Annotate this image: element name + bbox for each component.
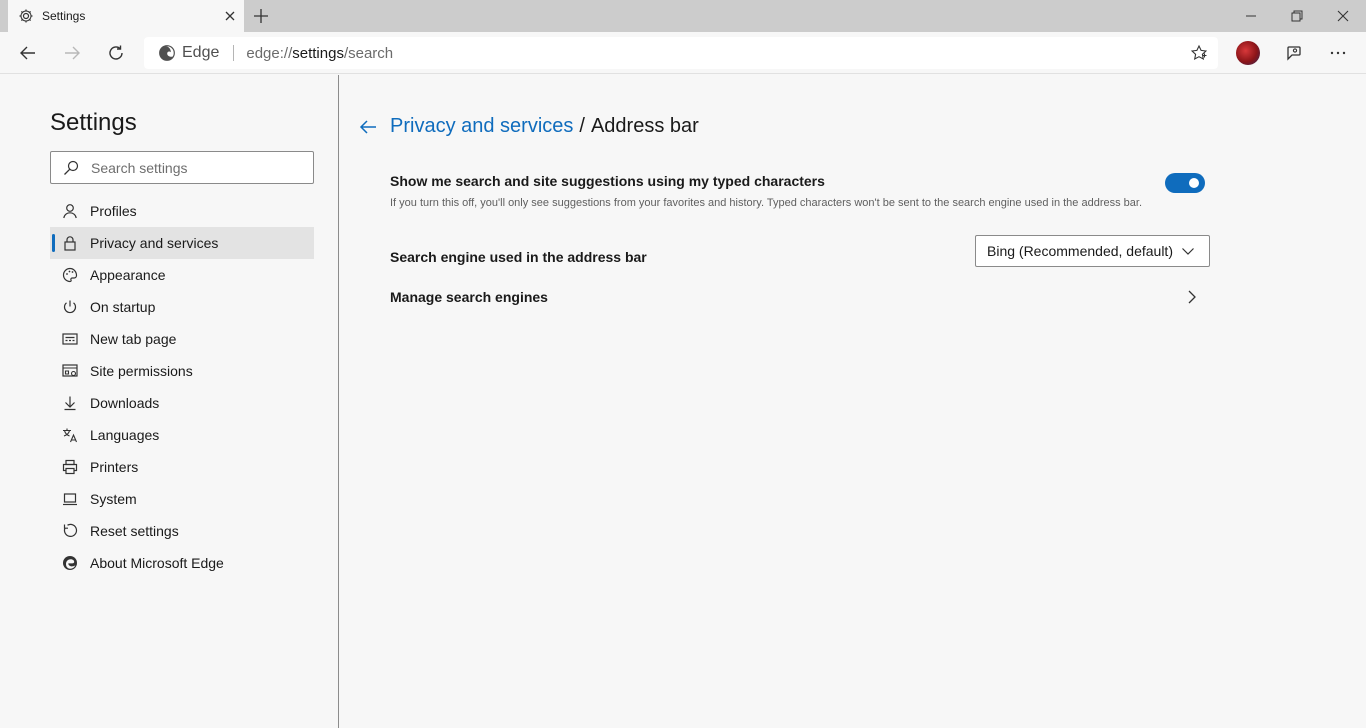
suggestions-setting-description: If you turn this off, you'll only see su… — [390, 197, 1143, 209]
manage-search-engines-row[interactable]: Manage search engines — [390, 289, 1210, 307]
search-settings-input[interactable] — [91, 159, 301, 176]
sidebar-item-reset-settings[interactable]: Reset settings — [50, 515, 314, 547]
chevron-right-icon — [1185, 289, 1199, 305]
suggestions-setting-row: Show me search and site suggestions usin… — [390, 173, 1210, 211]
edge-logo-icon — [62, 555, 78, 571]
sidebar-item-label: About Microsoft Edge — [90, 555, 224, 571]
settings-sidebar: Settings Profiles Privacy and services A… — [0, 75, 339, 728]
browser-toolbar: Edge edge://settings/search — [0, 32, 1366, 74]
settings-nav: Profiles Privacy and services Appearance… — [50, 195, 314, 579]
sidebar-item-new-tab-page[interactable]: New tab page — [50, 323, 314, 355]
sidebar-item-label: Appearance — [90, 267, 166, 283]
restore-button[interactable] — [1274, 0, 1320, 32]
power-icon — [62, 299, 78, 315]
sidebar-item-label: Reset settings — [90, 523, 179, 539]
address-bar[interactable]: Edge edge://settings/search — [144, 37, 1218, 69]
chevron-down-icon — [1181, 244, 1195, 258]
sidebar-item-label: Languages — [90, 427, 160, 443]
lock-icon — [62, 235, 78, 251]
minimize-button[interactable] — [1228, 0, 1274, 32]
download-icon — [62, 395, 78, 411]
suggestions-toggle[interactable] — [1165, 173, 1205, 193]
site-permissions-icon — [62, 363, 78, 379]
forward-button[interactable] — [58, 39, 86, 67]
sidebar-item-site-permissions[interactable]: Site permissions — [50, 355, 314, 387]
title-bar: Settings — [0, 0, 1366, 32]
sidebar-item-label: On startup — [90, 299, 156, 315]
profile-avatar[interactable] — [1236, 41, 1260, 65]
url-text[interactable]: edge://settings/search — [246, 45, 393, 62]
sidebar-item-label: Site permissions — [90, 363, 193, 379]
refresh-button[interactable] — [102, 39, 130, 67]
site-identity-label: Edge — [182, 44, 220, 61]
tab-title: Settings — [42, 9, 86, 23]
sidebar-item-label: Privacy and services — [90, 235, 219, 251]
gear-icon — [18, 8, 34, 24]
search-icon — [63, 160, 79, 176]
search-engine-dropdown[interactable]: Bing (Recommended, default) — [975, 235, 1210, 267]
more-options-button[interactable] — [1324, 39, 1352, 67]
sidebar-item-about-edge[interactable]: About Microsoft Edge — [50, 547, 314, 579]
languages-icon — [62, 427, 78, 443]
sidebar-item-privacy[interactable]: Privacy and services — [50, 227, 314, 259]
breadcrumb-separator: / — [579, 115, 585, 137]
page-title: Address bar — [590, 115, 699, 137]
sidebar-item-system[interactable]: System — [50, 483, 314, 515]
sidebar-item-profiles[interactable]: Profiles — [50, 195, 314, 227]
favorite-star-icon[interactable] — [1190, 44, 1208, 62]
sidebar-item-on-startup[interactable]: On startup — [50, 291, 314, 323]
search-engine-setting-row: Search engine used in the address bar Bi… — [390, 235, 1210, 267]
newtab-page-icon — [62, 331, 78, 347]
laptop-icon — [62, 491, 78, 507]
sidebar-item-downloads[interactable]: Downloads — [50, 387, 314, 419]
back-button[interactable] — [14, 39, 42, 67]
sidebar-item-appearance[interactable]: Appearance — [50, 259, 314, 291]
reset-icon — [62, 523, 78, 539]
search-settings-box[interactable] — [50, 151, 314, 184]
palette-icon — [62, 267, 78, 283]
close-tab-icon[interactable] — [222, 8, 238, 24]
tab-settings[interactable]: Settings — [8, 0, 244, 32]
feedback-button[interactable] — [1280, 39, 1308, 67]
edge-logo-icon — [158, 44, 176, 62]
printer-icon — [62, 459, 78, 475]
sidebar-item-label: Printers — [90, 459, 139, 475]
back-arrow-icon[interactable] — [358, 117, 378, 137]
suggestions-setting-title: Show me search and site suggestions usin… — [390, 173, 825, 189]
new-tab-button[interactable] — [250, 6, 272, 26]
breadcrumb: Privacy and services / Address bar — [358, 115, 699, 138]
address-divider — [233, 45, 235, 61]
manage-search-engines-label: Manage search engines — [390, 289, 548, 305]
site-identity[interactable]: Edge — [158, 44, 219, 62]
breadcrumb-parent-link[interactable]: Privacy and services — [390, 115, 573, 138]
sidebar-item-printers[interactable]: Printers — [50, 451, 314, 483]
toggle-knob — [1189, 178, 1199, 188]
search-engine-selected: Bing (Recommended, default) — [987, 243, 1173, 259]
sidebar-item-languages[interactable]: Languages — [50, 419, 314, 451]
profile-icon — [62, 203, 78, 219]
close-window-button[interactable] — [1320, 0, 1366, 32]
settings-content: Privacy and services / Address bar Show … — [340, 75, 1366, 728]
sidebar-item-label: Profiles — [90, 203, 137, 219]
sidebar-item-label: New tab page — [90, 331, 177, 347]
sidebar-title: Settings — [50, 109, 137, 136]
sidebar-item-label: Downloads — [90, 395, 160, 411]
sidebar-item-label: System — [90, 491, 137, 507]
